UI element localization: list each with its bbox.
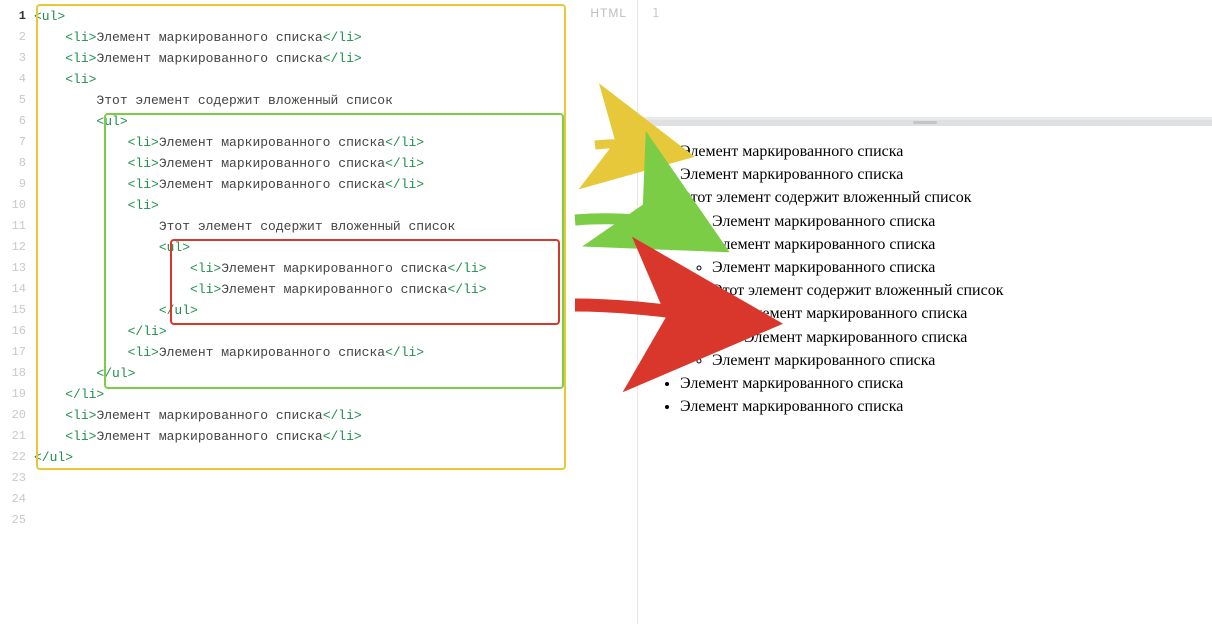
rendered-output: Элемент маркированного списка Элемент ма… bbox=[638, 126, 1212, 624]
list-item-label: Этот элемент содержит вложенный список bbox=[712, 282, 1003, 299]
code-area[interactable]: <ul> <li>Элемент маркированного списка</… bbox=[34, 6, 637, 531]
list-level-1: Элемент маркированного списка Элемент ма… bbox=[648, 140, 1202, 418]
line-number: 24 bbox=[0, 489, 34, 510]
list-level-2: Элемент маркированного списка Элемент ма… bbox=[680, 210, 1202, 372]
line-number: 16 bbox=[0, 321, 34, 342]
line-number: 8 bbox=[0, 153, 34, 174]
line-number: 13 bbox=[0, 258, 34, 279]
code-editor-pane[interactable]: 1234567891011121314151617181920212223242… bbox=[0, 0, 638, 624]
line-number: 1 bbox=[0, 6, 34, 27]
code-line bbox=[34, 468, 637, 489]
code-line: </ul> bbox=[34, 300, 637, 321]
list-item: Элемент маркированного списка bbox=[744, 302, 1202, 325]
code-line: <li>Элемент маркированного списка</li> bbox=[34, 426, 637, 447]
line-number: 25 bbox=[0, 510, 34, 531]
list-item: Элемент маркированного списка bbox=[680, 395, 1202, 418]
line-number: 15 bbox=[0, 300, 34, 321]
code-line: <li> bbox=[34, 195, 637, 216]
line-number: 17 bbox=[0, 342, 34, 363]
code-line: <li>Элемент маркированного списка</li> bbox=[34, 153, 637, 174]
line-number: 22 bbox=[0, 447, 34, 468]
code-line bbox=[34, 510, 637, 531]
code-line: </li> bbox=[34, 321, 637, 342]
line-number: 14 bbox=[0, 279, 34, 300]
list-level-3: Элемент маркированного списка Элемент ма… bbox=[712, 302, 1202, 348]
line-number: 9 bbox=[0, 174, 34, 195]
code-line: <li>Элемент маркированного списка</li> bbox=[34, 27, 637, 48]
list-item-label: Этот элемент содержит вложенный список bbox=[680, 189, 971, 206]
line-number: 19 bbox=[0, 384, 34, 405]
code-line: </li> bbox=[34, 384, 637, 405]
line-number: 10 bbox=[0, 195, 34, 216]
code-line: </ul> bbox=[34, 363, 637, 384]
code-line: <li>Элемент маркированного списка</li> bbox=[34, 279, 637, 300]
list-item-nested: Этот элемент содержит вложенный список Э… bbox=[680, 186, 1202, 372]
line-number-gutter: 1234567891011121314151617181920212223242… bbox=[0, 0, 34, 624]
code-line: <li>Элемент маркированного списка</li> bbox=[34, 48, 637, 69]
code-line: Этот элемент содержит вложенный список bbox=[34, 90, 637, 111]
line-number: 7 bbox=[0, 132, 34, 153]
code-line: <ul> bbox=[34, 6, 637, 27]
list-item: Элемент маркированного списка bbox=[712, 256, 1202, 279]
line-number: 12 bbox=[0, 237, 34, 258]
code-line: <ul> bbox=[34, 111, 637, 132]
line-number: 20 bbox=[0, 405, 34, 426]
line-number: 21 bbox=[0, 426, 34, 447]
code-line: <li>Элемент маркированного списка</li> bbox=[34, 258, 637, 279]
list-item: Элемент маркированного списка bbox=[712, 349, 1202, 372]
list-item: Элемент маркированного списка bbox=[680, 163, 1202, 186]
line-number: 11 bbox=[0, 216, 34, 237]
preview-top-empty: 1 bbox=[638, 0, 1212, 120]
line-number: 3 bbox=[0, 48, 34, 69]
code-line: Этот элемент содержит вложенный список bbox=[34, 216, 637, 237]
line-number: 6 bbox=[0, 111, 34, 132]
line-number: 18 bbox=[0, 363, 34, 384]
code-line: <li>Элемент маркированного списка</li> bbox=[34, 132, 637, 153]
language-badge: HTML bbox=[590, 6, 627, 20]
list-item: Элемент маркированного списка bbox=[712, 233, 1202, 256]
list-item: Элемент маркированного списка bbox=[744, 326, 1202, 349]
preview-pane: 1 Элемент маркированного списка Элемент … bbox=[638, 0, 1212, 624]
list-item: Элемент маркированного списка bbox=[712, 210, 1202, 233]
code-line: </ul> bbox=[34, 447, 637, 468]
code-line bbox=[34, 489, 637, 510]
line-number: 4 bbox=[0, 69, 34, 90]
line-number: 23 bbox=[0, 468, 34, 489]
list-item: Элемент маркированного списка bbox=[680, 140, 1202, 163]
code-line: <li>Элемент маркированного списка</li> bbox=[34, 174, 637, 195]
code-line: <li>Элемент маркированного списка</li> bbox=[34, 405, 637, 426]
preview-line-number: 1 bbox=[652, 6, 659, 20]
code-line: <li> bbox=[34, 69, 637, 90]
list-item-nested: Этот элемент содержит вложенный список Э… bbox=[712, 279, 1202, 349]
code-line: <li>Элемент маркированного списка</li> bbox=[34, 342, 637, 363]
list-item: Элемент маркированного списка bbox=[680, 372, 1202, 395]
line-number: 5 bbox=[0, 90, 34, 111]
line-number: 2 bbox=[0, 27, 34, 48]
code-line: <ul> bbox=[34, 237, 637, 258]
